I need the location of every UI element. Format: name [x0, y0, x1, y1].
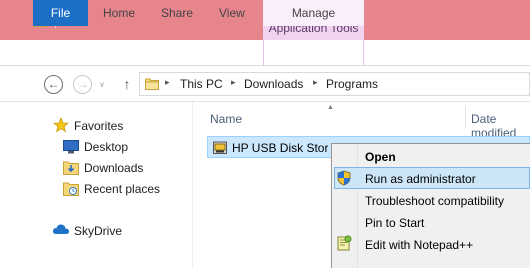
breadcrumb-separator-icon[interactable]: ▸ — [313, 77, 318, 88]
back-button[interactable]: ← — [44, 75, 63, 94]
nav-skydrive[interactable]: SkyDrive — [74, 224, 122, 238]
menu-item-pin-to-start[interactable] — [334, 211, 530, 233]
tab-file[interactable]: File — [33, 0, 88, 26]
sort-ascending-icon: ▲ — [327, 104, 334, 111]
breadcrumb-separator-icon[interactable]: ▸ — [231, 77, 236, 88]
nav-desktop[interactable]: Desktop — [84, 140, 128, 154]
breadcrumb-downloads[interactable]: Downloads — [244, 77, 303, 91]
recent-places-icon — [63, 182, 79, 196]
menu-item-open[interactable] — [334, 146, 530, 168]
cloud-icon — [52, 224, 69, 234]
arrow-right-icon: → — [76, 77, 89, 91]
arrow-left-icon: ← — [47, 77, 60, 91]
up-button[interactable]: ↑ — [120, 76, 134, 92]
breadcrumb-separator-icon[interactable]: ▸ — [165, 77, 170, 88]
breadcrumb-programs[interactable]: Programs — [326, 77, 378, 91]
manage-tab-border — [363, 40, 364, 66]
nav-favorites[interactable]: Favorites — [74, 119, 123, 133]
menu-item-pin-to-start-label: Pin to Start — [365, 216, 425, 230]
menu-item-run-as-administrator-label: Run as administrator — [365, 172, 476, 186]
star-icon — [53, 117, 69, 133]
tab-manage[interactable]: Manage — [263, 0, 364, 26]
nav-recent-places[interactable]: Recent places — [84, 182, 160, 196]
file-name[interactable]: HP USB Disk Storage Format Tool — [232, 141, 328, 155]
menu-item-edit-with-notepad-label: Edit with Notepad++ — [365, 238, 474, 252]
forward-button[interactable]: → — [73, 75, 92, 94]
downloads-icon — [63, 161, 79, 175]
tab-view[interactable]: View — [219, 0, 245, 26]
folder-icon — [145, 78, 159, 90]
application-icon — [213, 141, 227, 154]
nav-downloads[interactable]: Downloads — [84, 161, 143, 175]
tab-share[interactable]: Share — [161, 0, 193, 26]
uac-shield-icon — [337, 170, 351, 186]
ribbon-tab-bar — [0, 40, 530, 66]
menu-item-troubleshoot-label: Troubleshoot compatibility — [365, 194, 504, 208]
menu-item-open-label: Open — [365, 150, 396, 164]
notepad-plus-plus-icon — [337, 235, 352, 251]
recent-locations-chevron-icon[interactable]: ∨ — [99, 80, 105, 89]
manage-tab-border — [263, 40, 264, 66]
pane-divider[interactable] — [192, 102, 193, 268]
tab-home[interactable]: Home — [103, 0, 135, 26]
breadcrumb-this-pc[interactable]: This PC — [180, 77, 223, 91]
desktop-icon — [63, 140, 79, 154]
column-header-name[interactable]: Name — [210, 112, 242, 126]
column-divider[interactable] — [465, 106, 466, 128]
